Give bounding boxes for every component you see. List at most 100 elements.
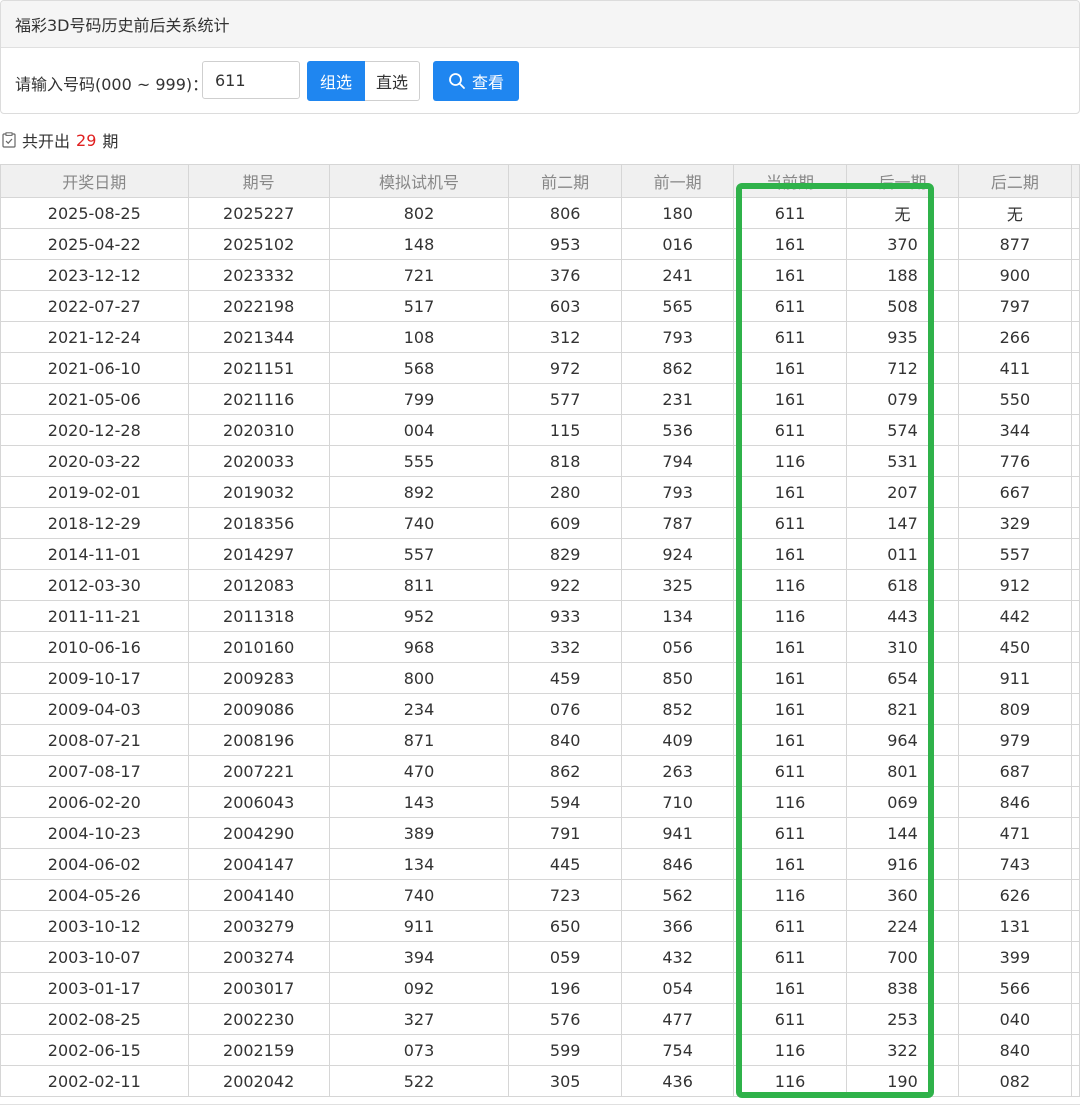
table-cell: 557 bbox=[328, 538, 510, 570]
table-cell: 2020-12-28 bbox=[0, 414, 189, 446]
table-cell: 2008-07-21 bbox=[0, 724, 189, 756]
table-cell: 161 bbox=[733, 972, 848, 1004]
table-cell: 161 bbox=[733, 383, 848, 415]
direct-select-button[interactable]: 直选 bbox=[365, 61, 420, 101]
summary-suffix: 期 bbox=[102, 132, 119, 151]
column-header-extra bbox=[1070, 164, 1080, 198]
table-cell: 712 bbox=[846, 352, 959, 384]
table-body: 2025-08-25 2025227 802 806 180 611 无无 2025-04-2… bbox=[0, 197, 1080, 1097]
number-input[interactable] bbox=[202, 61, 300, 99]
table-cell: 2002042 bbox=[187, 1065, 330, 1097]
table-cell: 916 bbox=[846, 848, 959, 880]
table-cell: 399 bbox=[957, 941, 1072, 973]
table-cell: 566 bbox=[957, 972, 1072, 1004]
table-row: 2021-06-10 2021151 568 972 862 161 712 411 bbox=[0, 352, 1080, 384]
table-cell: 161 bbox=[733, 476, 848, 508]
table-cell: 144 bbox=[846, 817, 959, 849]
table-cell: 2002159 bbox=[187, 1034, 330, 1066]
table-cell: 2004290 bbox=[187, 817, 330, 849]
table-cell: 442 bbox=[957, 600, 1072, 632]
table-cell-extra bbox=[1070, 476, 1080, 508]
table-cell: 161 bbox=[733, 662, 848, 694]
table-cell: 040 bbox=[957, 1003, 1072, 1035]
table-cell: 389 bbox=[328, 817, 510, 849]
table-cell: 2003279 bbox=[187, 910, 330, 942]
table-cell: 409 bbox=[621, 724, 735, 756]
column-header: 当前期 bbox=[733, 164, 848, 198]
table-cell: 754 bbox=[621, 1034, 735, 1066]
table-cell: 2002-02-11 bbox=[0, 1065, 189, 1097]
table-cell: 016 bbox=[621, 228, 735, 260]
table-cell: 577 bbox=[508, 383, 623, 415]
table-cell: 143 bbox=[328, 786, 510, 818]
table-row: 2020-03-22 2020033 555 818 794 116 531 776 bbox=[0, 445, 1080, 477]
table-cell: 2007-08-17 bbox=[0, 755, 189, 787]
table-cell: 776 bbox=[957, 445, 1072, 477]
table-cell-extra bbox=[1070, 414, 1080, 446]
group-select-button[interactable]: 组选 bbox=[307, 61, 365, 101]
table-cell: 2009086 bbox=[187, 693, 330, 725]
table-cell: 801 bbox=[846, 755, 959, 787]
table-cell: 2021-06-10 bbox=[0, 352, 189, 384]
table-row: 2025-04-22 2025102 148 953 016 161 370 877 bbox=[0, 228, 1080, 260]
table-cell: 2025-08-25 bbox=[0, 197, 189, 229]
table-cell: 964 bbox=[846, 724, 959, 756]
table-cell: 2010160 bbox=[187, 631, 330, 663]
clipboard-check-icon bbox=[2, 132, 16, 148]
table-cell: 892 bbox=[328, 476, 510, 508]
table-cell: 574 bbox=[846, 414, 959, 446]
table-cell: 2003274 bbox=[187, 941, 330, 973]
table-cell: 2025102 bbox=[187, 228, 330, 260]
table-cell: 941 bbox=[621, 817, 735, 849]
table-cell: 791 bbox=[508, 817, 623, 849]
column-header: 前一期 bbox=[621, 164, 735, 198]
table-cell: 611 bbox=[733, 507, 848, 539]
table-cell: 004 bbox=[328, 414, 510, 446]
table-cell: 2003017 bbox=[187, 972, 330, 1004]
table-cell: 2025-04-22 bbox=[0, 228, 189, 260]
table-cell: 2022198 bbox=[187, 290, 330, 322]
history-table: 开奖日期 期号 模拟试机号 前二期 前一期 当前期 后一期 后二期 2025-08-25 202… bbox=[0, 164, 1080, 1097]
table-cell: 550 bbox=[957, 383, 1072, 415]
table-cell: 809 bbox=[957, 693, 1072, 725]
table-cell: 611 bbox=[733, 197, 848, 229]
table-cell: 2002-08-25 bbox=[0, 1003, 189, 1035]
table-cell: 011 bbox=[846, 538, 959, 570]
table-cell: 322 bbox=[846, 1034, 959, 1066]
table-cell: 555 bbox=[328, 445, 510, 477]
table-cell: 116 bbox=[733, 879, 848, 911]
history-table-container: 开奖日期 期号 模拟试机号 前二期 前一期 当前期 后一期 后二期 2025-08-25 202… bbox=[0, 164, 1080, 1097]
table-cell: 069 bbox=[846, 786, 959, 818]
query-panel: 福彩3D号码历史前后关系统计 请输入号码(000 ~ 999)： bbox=[0, 0, 1080, 114]
table-row: 2003-10-07 2003274 394 059 432 611 700 399 bbox=[0, 941, 1080, 973]
table-cell: 850 bbox=[621, 662, 735, 694]
table-cell: 618 bbox=[846, 569, 959, 601]
table-row: 2021-05-06 2021116 799 577 231 161 079 550 bbox=[0, 383, 1080, 415]
table-cell-extra bbox=[1070, 755, 1080, 787]
view-button[interactable]: 查看 bbox=[433, 61, 519, 101]
table-cell: 2021-12-24 bbox=[0, 321, 189, 353]
number-input-label: 请输入号码(000 ~ 999)： bbox=[15, 75, 209, 94]
table-cell: 131 bbox=[957, 910, 1072, 942]
table-cell: 603 bbox=[508, 290, 623, 322]
table-cell: 687 bbox=[957, 755, 1072, 787]
table-cell: 327 bbox=[328, 1003, 510, 1035]
table-cell: 846 bbox=[621, 848, 735, 880]
column-header: 后二期 bbox=[957, 164, 1072, 198]
table-cell: 740 bbox=[328, 879, 510, 911]
table-cell: 667 bbox=[957, 476, 1072, 508]
table-cell: 568 bbox=[328, 352, 510, 384]
table-cell-extra bbox=[1070, 197, 1080, 229]
table-cell: 740 bbox=[328, 507, 510, 539]
table-cell-extra bbox=[1070, 786, 1080, 818]
table-cell: 793 bbox=[621, 321, 735, 353]
table-row: 2002-06-15 2002159 073 599 754 116 322 840 bbox=[0, 1034, 1080, 1066]
table-cell: 840 bbox=[957, 1034, 1072, 1066]
table-cell: 134 bbox=[328, 848, 510, 880]
search-icon bbox=[449, 73, 465, 89]
table-cell: 2018-12-29 bbox=[0, 507, 189, 539]
table-cell: 900 bbox=[957, 259, 1072, 291]
table-cell: 611 bbox=[733, 910, 848, 942]
table-cell: 2023332 bbox=[187, 259, 330, 291]
table-cell: 2021151 bbox=[187, 352, 330, 384]
